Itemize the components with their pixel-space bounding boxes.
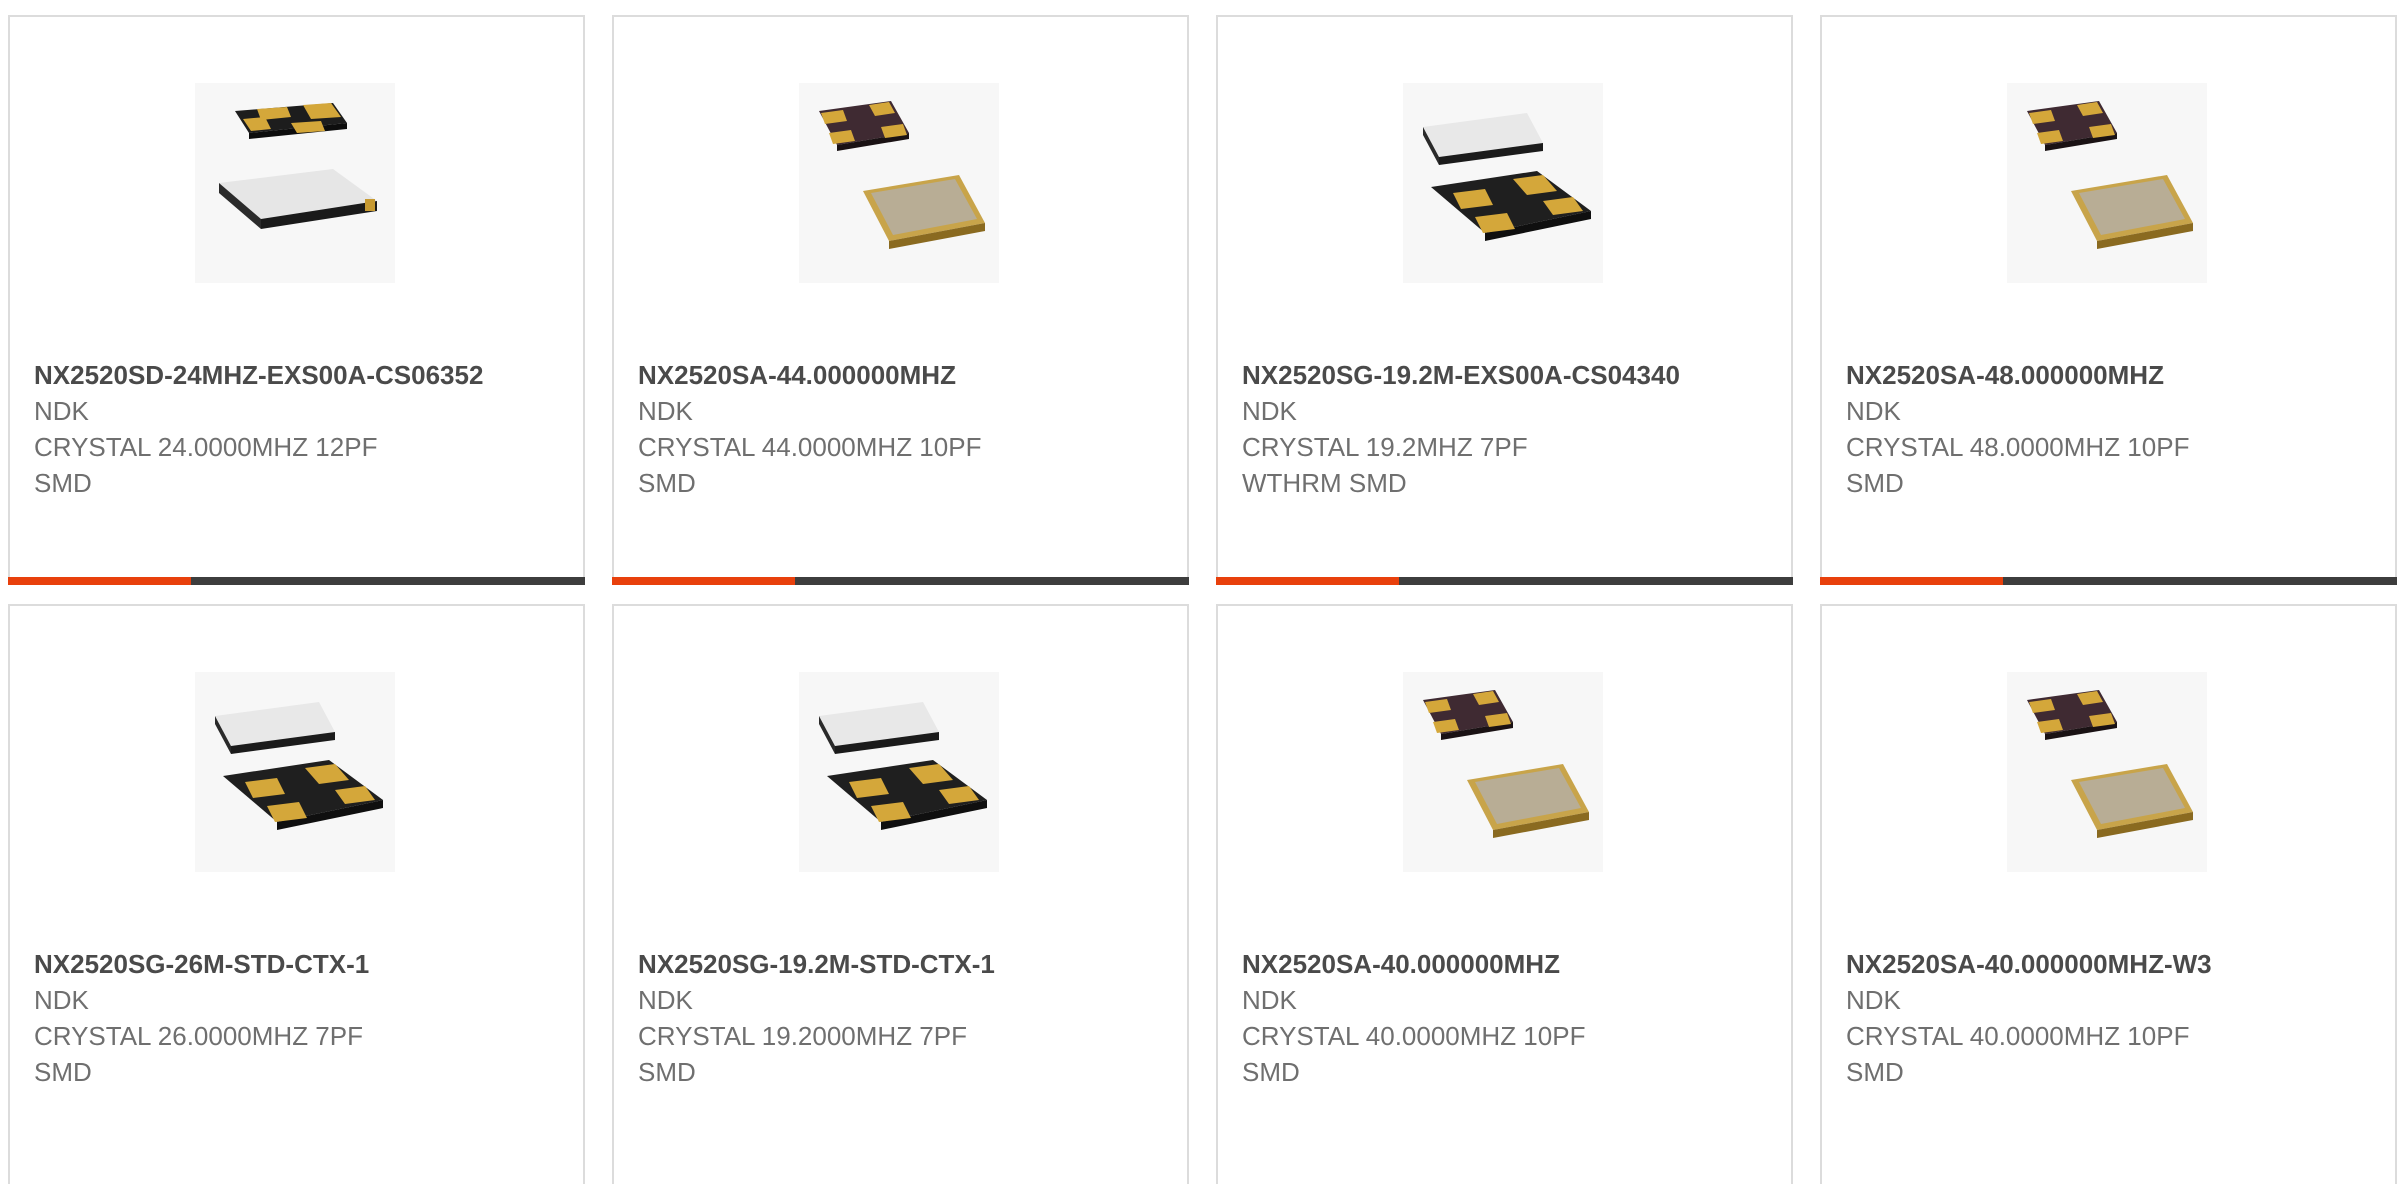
part-number-link[interactable]: NX2520SG-26M-STD-CTX-1: [34, 946, 573, 982]
product-card[interactable]: NX2520SA-48.000000MHZ NDK CRYSTAL 48.0000M…: [1820, 15, 2397, 585]
product-image[interactable]: [2007, 672, 2207, 872]
hover-bar-accent: [1820, 577, 2003, 585]
hover-bar: [1216, 577, 1793, 585]
product-card[interactable]: NX2520SA-40.000000MHZ NDK CRYSTAL 40.0000M…: [1216, 604, 1793, 1184]
description: CRYSTAL 26.0000MHZ 7PF: [34, 1021, 363, 1051]
product-card[interactable]: NX2520SA-40.000000MHZ-W3 NDK CRYSTAL 40.00…: [1820, 604, 2397, 1184]
crystal-gold-lid-icon: [1423, 690, 1589, 838]
description: CRYSTAL 24.0000MHZ 12PF: [34, 432, 378, 462]
part-number-link[interactable]: NX2520SA-44.000000MHZ: [638, 357, 1177, 393]
manufacturer: NDK: [1846, 985, 1901, 1015]
description: CRYSTAL 19.2MHZ 7PF: [1242, 432, 1528, 462]
crystal-silver-lid-top-icon: [219, 103, 377, 229]
crystal-gold-lid-icon: [2027, 101, 2193, 249]
product-image[interactable]: [1403, 672, 1603, 872]
product-card[interactable]: NX2520SG-26M-STD-CTX-1 NDK CRYSTAL 26.0000…: [8, 604, 585, 1184]
product-image[interactable]: [1403, 83, 1603, 283]
product-image[interactable]: [799, 83, 999, 283]
part-number-link[interactable]: NX2520SA-40.000000MHZ-W3: [1846, 946, 2385, 982]
package-type: SMD: [1846, 1057, 1904, 1087]
part-number-link[interactable]: NX2520SA-48.000000MHZ: [1846, 357, 2385, 393]
part-number-link[interactable]: NX2520SG-19.2M-STD-CTX-1: [638, 946, 1177, 982]
package-type: SMD: [34, 1057, 92, 1087]
product-image[interactable]: [195, 83, 395, 283]
description: CRYSTAL 40.0000MHZ 10PF: [1242, 1021, 1586, 1051]
description: CRYSTAL 44.0000MHZ 10PF: [638, 432, 982, 462]
product-card[interactable]: NX2520SA-44.000000MHZ NDK CRYSTAL 44.0000M…: [612, 15, 1189, 585]
product-image[interactable]: [2007, 83, 2207, 283]
description: CRYSTAL 19.2000MHZ 7PF: [638, 1021, 967, 1051]
manufacturer: NDK: [638, 396, 693, 426]
product-card[interactable]: NX2520SD-24MHZ-EXS00A-CS06352 NDK CRYSTAL …: [8, 15, 585, 585]
hover-bar: [1820, 577, 2397, 585]
crystal-silver-lid-bottom-icon: [215, 702, 383, 830]
manufacturer: NDK: [638, 985, 693, 1015]
crystal-gold-lid-icon: [2027, 690, 2193, 838]
crystal-silver-lid-bottom-icon: [819, 702, 987, 830]
manufacturer: NDK: [34, 396, 89, 426]
hover-bar: [612, 577, 1189, 585]
part-number-link[interactable]: NX2520SA-40.000000MHZ: [1242, 946, 1781, 982]
description: CRYSTAL 40.0000MHZ 10PF: [1846, 1021, 2190, 1051]
package-type: SMD: [34, 468, 92, 498]
manufacturer: NDK: [1242, 985, 1297, 1015]
product-card[interactable]: NX2520SG-19.2M-EXS00A-CS04340 NDK CRYSTAL …: [1216, 15, 1793, 585]
hover-bar-accent: [8, 577, 191, 585]
package-type: WTHRM SMD: [1242, 468, 1407, 498]
package-type: SMD: [1242, 1057, 1300, 1087]
product-card[interactable]: NX2520SG-19.2M-STD-CTX-1 NDK CRYSTAL 19.20…: [612, 604, 1189, 1184]
part-number-link[interactable]: NX2520SG-19.2M-EXS00A-CS04340: [1242, 357, 1781, 393]
manufacturer: NDK: [34, 985, 89, 1015]
crystal-gold-lid-icon: [819, 101, 985, 249]
hover-bar: [8, 577, 585, 585]
package-type: SMD: [638, 468, 696, 498]
product-image[interactable]: [799, 672, 999, 872]
package-type: SMD: [638, 1057, 696, 1087]
description: CRYSTAL 48.0000MHZ 10PF: [1846, 432, 2190, 462]
product-grid: NX2520SD-24MHZ-EXS00A-CS06352 NDK CRYSTAL …: [0, 0, 2400, 1184]
hover-bar-accent: [1216, 577, 1399, 585]
part-number-link[interactable]: NX2520SD-24MHZ-EXS00A-CS06352: [34, 357, 573, 393]
package-type: SMD: [1846, 468, 1904, 498]
product-image[interactable]: [195, 672, 395, 872]
crystal-silver-lid-bottom-icon: [1423, 113, 1591, 241]
manufacturer: NDK: [1242, 396, 1297, 426]
hover-bar-accent: [612, 577, 795, 585]
manufacturer: NDK: [1846, 396, 1901, 426]
